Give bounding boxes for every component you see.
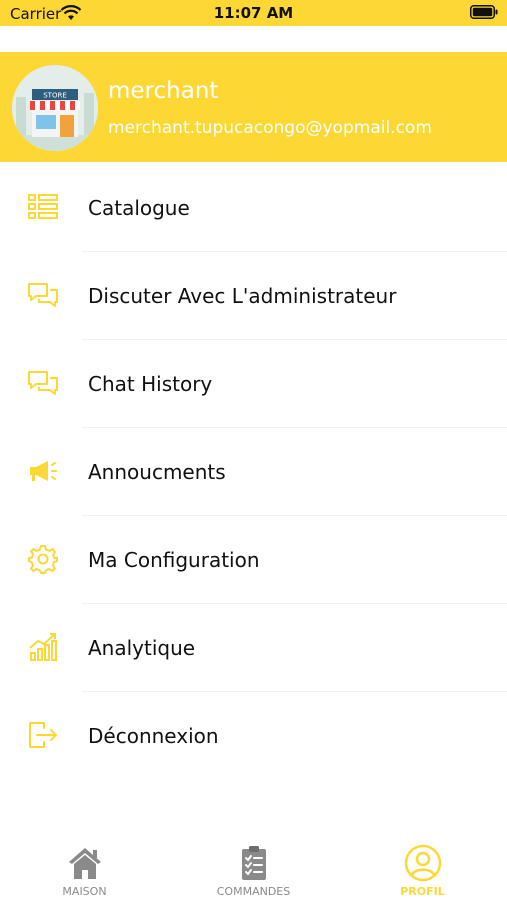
menu-item-logout[interactable]: Déconnexion xyxy=(0,692,507,780)
tab-label: PROFIL xyxy=(400,885,445,898)
menu-item-catalogue[interactable]: Catalogue xyxy=(0,164,507,252)
tab-label: MAISON xyxy=(62,885,107,898)
profile-menu: Catalogue Discuter Avec L'administrateur… xyxy=(0,164,507,780)
menu-item-label: Déconnexion xyxy=(88,724,219,748)
clipboard-icon xyxy=(242,846,266,880)
menu-item-label: Annoucments xyxy=(88,460,226,484)
store-avatar-icon: STORE xyxy=(12,65,98,151)
menu-item-announcements[interactable]: Annoucments xyxy=(0,428,507,516)
menu-item-label: Chat History xyxy=(88,372,213,396)
status-time: 11:07 AM xyxy=(213,4,294,22)
avatar[interactable]: STORE xyxy=(12,65,98,151)
gear-icon xyxy=(28,545,58,574)
profile-name: merchant xyxy=(108,78,219,104)
menu-item-label: Discuter Avec L'administrateur xyxy=(88,284,397,308)
list-icon xyxy=(28,194,58,219)
profile-header: STORE merchant merchant.tupucacongo@yopm… xyxy=(0,52,507,162)
menu-item-chat-history[interactable]: Chat History xyxy=(0,340,507,428)
store-sign-text: STORE xyxy=(43,92,67,100)
user-icon xyxy=(404,844,442,882)
status-bar: Carrier 11:07 AM xyxy=(0,0,507,26)
chat-icon xyxy=(28,371,58,395)
battery-icon xyxy=(470,5,498,19)
menu-item-label: Ma Configuration xyxy=(88,548,260,572)
menu-item-analytics[interactable]: Analytique xyxy=(0,604,507,692)
logout-icon xyxy=(29,722,57,748)
menu-item-chat-admin[interactable]: Discuter Avec L'administrateur xyxy=(0,252,507,340)
tab-maison[interactable]: MAISON xyxy=(0,832,169,900)
home-icon xyxy=(69,848,101,879)
menu-item-configuration[interactable]: Ma Configuration xyxy=(0,516,507,604)
tab-commandes[interactable]: COMMANDES xyxy=(169,832,338,900)
chat-icon xyxy=(28,283,58,307)
profile-email: merchant.tupucacongo@yopmail.com xyxy=(108,118,432,138)
tab-profil[interactable]: PROFIL xyxy=(338,832,507,900)
menu-item-label: Catalogue xyxy=(88,196,190,220)
analytics-icon xyxy=(29,633,57,661)
menu-item-label: Analytique xyxy=(88,636,196,660)
tab-label: COMMANDES xyxy=(216,885,291,898)
tab-bar: MAISON COMMANDES PROFIL xyxy=(0,832,507,900)
megaphone-icon xyxy=(30,461,57,481)
